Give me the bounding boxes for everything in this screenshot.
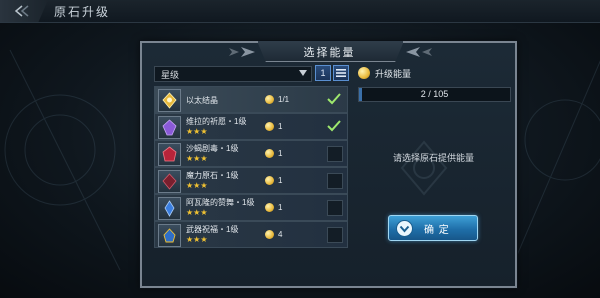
magic-ore-gem-icon <box>158 170 181 193</box>
checkmark-icon <box>327 93 341 105</box>
gem-row[interactable]: 魔力原石・1级 ★★★ 1 <box>154 167 348 194</box>
gem-list[interactable]: 以太结晶 1/1 维拉的祈愿・1级 ★★★ 1 沙蝎剧毒・1级 ★★★ 1 魔力… <box>154 86 349 286</box>
checkmark-icon <box>327 120 341 132</box>
gem-name: 以太结晶 <box>186 96 218 105</box>
weapon-blessing-gem-icon <box>158 224 181 247</box>
gem-stars: ★★★ <box>186 127 208 136</box>
gem-row[interactable]: 阿瓦隆的赞舞・1级 ★★★ 1 <box>154 194 348 221</box>
back-arrow-icon <box>14 5 29 17</box>
confirm-check-icon <box>396 220 413 237</box>
select-energy-dialog: 选择能量 星级 1 以太结晶 1/1 维拉的祈愿・1级 ★★★ 1 沙蝎剧毒・1… <box>140 41 517 288</box>
background-rune-right <box>515 60 600 261</box>
energy-coin-icon <box>265 230 274 239</box>
background-rune-left <box>4 49 121 271</box>
gem-row[interactable]: 沙蝎剧毒・1级 ★★★ 1 <box>154 140 348 167</box>
checkbox-unchecked[interactable] <box>327 227 343 243</box>
energy-header: 升级能量 <box>358 66 508 80</box>
gem-stars: ★★★ <box>186 154 208 163</box>
sort-order-label: 1 <box>320 68 326 78</box>
dialog-title: 选择能量 <box>303 47 356 59</box>
gem-row[interactable]: 维拉的祈愿・1级 ★★★ 1 <box>154 113 348 140</box>
energy-coin-icon <box>358 67 370 79</box>
gem-stars: ★★★ <box>186 208 208 217</box>
ether-crystal-icon <box>158 89 181 112</box>
checkbox-unchecked[interactable] <box>327 173 343 189</box>
gem-name: 魔力原石・1级 <box>186 171 239 180</box>
gem-name: 武器祝福・1级 <box>186 225 239 234</box>
energy-coin-icon <box>265 149 274 158</box>
filter-label: 星级 <box>161 70 180 80</box>
header-right-ornament-icon <box>406 47 432 57</box>
avalon-dance-gem-icon <box>158 197 181 220</box>
gem-cost: 1 <box>278 149 283 158</box>
back-button[interactable] <box>0 0 48 22</box>
checkbox-unchecked[interactable] <box>327 200 343 216</box>
sort-order-button[interactable]: 1 <box>315 65 331 81</box>
energy-coin-icon <box>265 95 274 104</box>
checkbox-checked[interactable] <box>327 119 341 133</box>
chevron-down-icon <box>299 70 307 76</box>
checkbox-checked[interactable] <box>327 92 341 106</box>
header-left-ornament-icon <box>229 47 255 57</box>
energy-coin-icon <box>265 203 274 212</box>
page-title: 原石升级 <box>54 5 111 19</box>
scorpion-poison-gem-icon <box>158 143 181 166</box>
gem-cost: 1/1 <box>278 95 290 104</box>
gem-cost: 1 <box>278 203 283 212</box>
energy-coin-icon <box>265 122 274 131</box>
checkbox-unchecked[interactable] <box>327 146 343 162</box>
gem-name: 沙蝎剧毒・1级 <box>186 144 239 153</box>
energy-label: 升级能量 <box>375 69 412 79</box>
gem-row[interactable]: 武器祝福・1级 ★★★ 4 <box>154 221 348 248</box>
confirm-label: 确 定 <box>424 225 450 236</box>
confirm-button[interactable]: 确 定 <box>388 215 478 241</box>
star-filter-dropdown[interactable]: 星级 <box>154 66 312 82</box>
gem-name: 阿瓦隆的赞舞・1级 <box>186 198 255 207</box>
list-icon <box>336 69 346 77</box>
select-gem-hint: 请选择原石提供能量 <box>392 153 474 163</box>
gem-name: 维拉的祈愿・1级 <box>186 117 247 126</box>
vera-wish-gem-icon <box>158 116 181 139</box>
energy-coin-icon <box>265 176 274 185</box>
energy-progress-bar: 2 / 105 <box>358 87 511 102</box>
gem-cost: 1 <box>278 122 283 131</box>
gem-cost: 1 <box>278 176 283 185</box>
gem-row[interactable]: 以太结晶 1/1 <box>154 86 348 113</box>
gem-cost: 4 <box>278 230 283 239</box>
emblem-watermark-icon <box>400 140 448 196</box>
gem-stars: ★★★ <box>186 235 208 244</box>
gem-stars: ★★★ <box>186 181 208 190</box>
list-view-button[interactable] <box>333 65 349 81</box>
top-bar: 原石升级 <box>0 0 600 23</box>
energy-progress-text: 2 / 105 <box>420 89 449 99</box>
